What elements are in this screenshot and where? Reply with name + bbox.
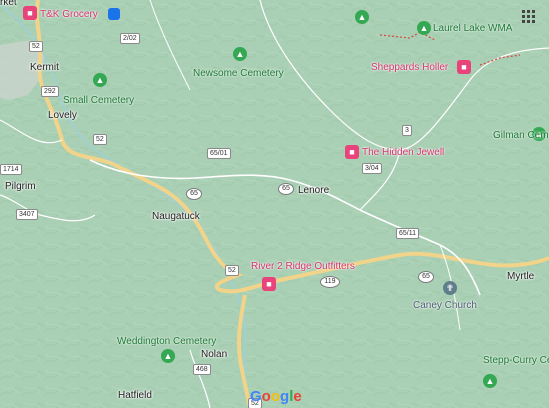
shield-3-04: 3/04 bbox=[362, 163, 382, 174]
park-tree-icon[interactable]: ▲ bbox=[483, 374, 497, 388]
label-lovely[interactable]: Lovely bbox=[48, 110, 77, 122]
label-nolan[interactable]: Nolan bbox=[201, 349, 227, 361]
shield-119: 119 bbox=[320, 276, 340, 288]
shield-3407: 3407 bbox=[16, 209, 38, 220]
bed-icon[interactable]: ■ bbox=[23, 6, 37, 20]
shield-65-b: 65 bbox=[278, 183, 294, 195]
label-lenore[interactable]: Lenore bbox=[298, 185, 329, 197]
bed-icon[interactable]: ■ bbox=[345, 145, 359, 159]
label-hidden-jewell[interactable]: The Hidden Jewell bbox=[362, 147, 444, 159]
shield-2-02: 2/02 bbox=[120, 33, 140, 44]
label-naugatuck[interactable]: Naugatuck bbox=[152, 211, 200, 223]
label-small-cemetery[interactable]: Small Cemetery bbox=[63, 95, 134, 107]
shield-65-a: 65 bbox=[186, 188, 202, 200]
label-kermit[interactable]: Kermit bbox=[30, 62, 59, 74]
shield-292: 292 bbox=[41, 86, 59, 97]
apps-grid-icon[interactable] bbox=[522, 10, 536, 24]
label-weddington-cemetery[interactable]: Weddington Cemetery bbox=[117, 336, 216, 348]
label-river-2-ridge[interactable]: River 2 Ridge Outfitters bbox=[251, 261, 355, 273]
label-pilgrim[interactable]: Pilgrim bbox=[5, 181, 36, 193]
bed-icon[interactable]: ■ bbox=[457, 60, 471, 74]
map-canvas[interactable]: rket ■ T&K Grocery 52 2/02 292 52 1714 3… bbox=[0, 0, 549, 408]
label-stepp-curry-partial[interactable]: Stepp-Curry Ce bbox=[483, 355, 549, 367]
shield-65-c: 65 bbox=[418, 271, 434, 283]
shield-65-01: 65/01 bbox=[207, 148, 231, 159]
shield-52: 52 bbox=[29, 41, 43, 52]
label-laurel-lake-wma[interactable]: Laurel Lake WMA bbox=[433, 23, 512, 35]
bed-icon[interactable]: ■ bbox=[262, 277, 276, 291]
church-cross-icon[interactable]: ✟ bbox=[443, 281, 457, 295]
shopping-icon[interactable] bbox=[108, 8, 120, 20]
label-myrtle[interactable]: Myrtle bbox=[507, 271, 534, 283]
shield-52-b: 52 bbox=[93, 134, 107, 145]
label-tk-grocery[interactable]: T&K Grocery bbox=[40, 9, 98, 21]
park-tree-icon[interactable]: ▲ bbox=[417, 21, 431, 35]
label-gilman-partial[interactable]: Gilman Cem bbox=[493, 130, 549, 142]
google-logo: Google bbox=[250, 388, 302, 405]
shield-3: 3 bbox=[402, 125, 412, 136]
shield-1714: 1714 bbox=[0, 164, 22, 175]
shield-65-11: 65/11 bbox=[396, 228, 419, 239]
label-hatfield[interactable]: Hatfield bbox=[118, 390, 152, 402]
shield-468: 468 bbox=[193, 364, 211, 375]
shield-52-c: 52 bbox=[225, 265, 239, 276]
park-tree-icon[interactable]: ▲ bbox=[233, 47, 247, 61]
label-newsome-cemetery[interactable]: Newsome Cemetery bbox=[193, 68, 284, 80]
park-tree-icon[interactable]: ▲ bbox=[93, 73, 107, 87]
label-caney-church[interactable]: Caney Church bbox=[413, 300, 477, 312]
label-market-partial: rket bbox=[0, 0, 17, 8]
park-tree-icon[interactable]: ▲ bbox=[161, 349, 175, 363]
park-tree-icon[interactable]: ▲ bbox=[355, 10, 369, 24]
label-sheppards-holler[interactable]: Sheppards Holler bbox=[371, 62, 448, 74]
